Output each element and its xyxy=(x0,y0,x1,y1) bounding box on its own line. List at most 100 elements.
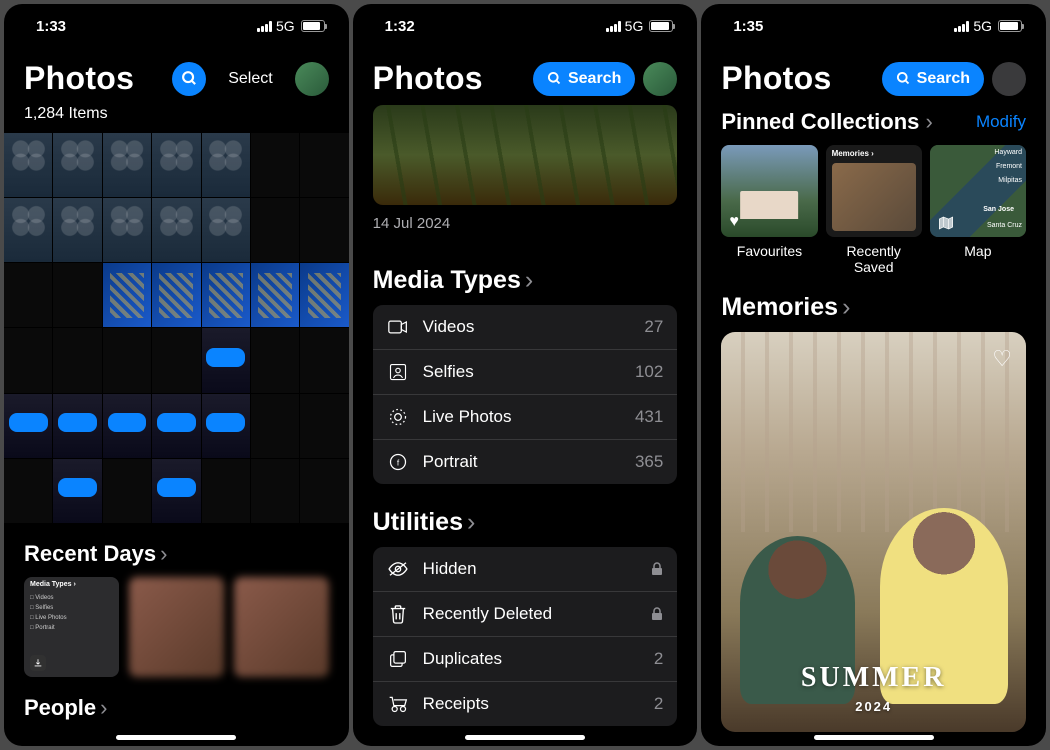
chevron-right-icon: › xyxy=(100,695,107,721)
receipts-icon xyxy=(387,695,409,713)
photo-thumb[interactable] xyxy=(152,263,200,327)
photo-thumb[interactable] xyxy=(152,459,200,523)
photo-thumb[interactable] xyxy=(251,263,299,327)
photo-thumb[interactable] xyxy=(152,328,200,392)
selfie-icon xyxy=(387,363,409,381)
photo-thumb[interactable] xyxy=(103,394,151,458)
photo-thumb[interactable] xyxy=(53,198,101,262)
photo-thumb[interactable] xyxy=(53,459,101,523)
utility-receipts[interactable]: Receipts 2 xyxy=(373,682,678,726)
media-types-header[interactable]: Media Types › xyxy=(353,242,698,305)
profile-avatar[interactable] xyxy=(643,62,677,96)
photo-thumb[interactable] xyxy=(53,328,101,392)
photo-thumb[interactable] xyxy=(53,263,101,327)
pinned-cards-row: ♥ Favourites Recently Saved Hayward Frem… xyxy=(701,145,1046,275)
pinned-collections-header[interactable]: Pinned Collections › xyxy=(721,109,932,135)
status-time: 1:35 xyxy=(733,18,763,35)
pinned-map[interactable]: Hayward Fremont Milpitas San Jose Santa … xyxy=(930,145,1026,275)
modify-button[interactable]: Modify xyxy=(976,112,1026,132)
photo-thumb[interactable] xyxy=(202,263,250,327)
pinned-favourites[interactable]: ♥ Favourites xyxy=(721,145,817,275)
count: 431 xyxy=(635,407,663,427)
featured-photo[interactable] xyxy=(373,105,678,205)
media-type-selfies[interactable]: Selfies 102 xyxy=(373,350,678,395)
photo-thumb[interactable] xyxy=(4,394,52,458)
utility-recently-deleted[interactable]: Recently Deleted xyxy=(373,592,678,637)
photo-grid[interactable] xyxy=(4,133,349,523)
pinned-recently-saved[interactable]: Recently Saved xyxy=(826,145,922,275)
media-type-livephotos[interactable]: Live Photos 431 xyxy=(373,395,678,440)
photo-thumb[interactable] xyxy=(103,133,151,197)
photo-thumb[interactable] xyxy=(152,198,200,262)
status-bar: 1:33 5G xyxy=(4,4,349,48)
search-button[interactable]: Search xyxy=(882,62,984,96)
photo-thumb[interactable] xyxy=(251,328,299,392)
utilities-header[interactable]: Utilities › xyxy=(353,484,698,547)
photo-thumb[interactable] xyxy=(251,198,299,262)
photo-thumb[interactable] xyxy=(103,263,151,327)
photo-thumb[interactable] xyxy=(251,133,299,197)
photo-thumb[interactable] xyxy=(300,459,348,523)
recent-day-card[interactable]: □ Videos□ Selfies□ Live Photos□ Portrait xyxy=(24,577,119,677)
battery-icon xyxy=(649,20,673,32)
heart-outline-icon[interactable]: ♡ xyxy=(992,346,1012,372)
recent-days-strip[interactable]: □ Videos□ Selfies□ Live Photos□ Portrait xyxy=(4,577,349,677)
photo-thumb[interactable] xyxy=(4,459,52,523)
utility-hidden[interactable]: Hidden xyxy=(373,547,678,592)
photo-thumb[interactable] xyxy=(4,133,52,197)
photo-thumb[interactable] xyxy=(300,394,348,458)
recent-day-card[interactable] xyxy=(234,577,329,677)
photo-thumb[interactable] xyxy=(4,198,52,262)
recent-day-card[interactable] xyxy=(129,577,224,677)
photo-thumb[interactable] xyxy=(202,459,250,523)
map-icon xyxy=(938,215,954,231)
media-type-portrait[interactable]: f Portrait 365 xyxy=(373,440,678,484)
people-header[interactable]: People › xyxy=(4,677,349,731)
utility-duplicates[interactable]: Duplicates 2 xyxy=(373,637,678,682)
item-count: 1,284 Items xyxy=(4,105,349,133)
home-indicator[interactable] xyxy=(116,735,236,740)
chevron-right-icon: › xyxy=(160,541,167,567)
photo-thumb[interactable] xyxy=(53,394,101,458)
photo-thumb[interactable] xyxy=(152,133,200,197)
photo-thumb[interactable] xyxy=(4,263,52,327)
memory-card[interactable]: ♡ SUMMER 2024 xyxy=(721,332,1026,732)
memory-year: 2024 xyxy=(721,699,1026,714)
home-indicator[interactable] xyxy=(465,735,585,740)
memories-header[interactable]: Memories › xyxy=(701,275,1046,332)
photo-thumb[interactable] xyxy=(300,133,348,197)
select-button[interactable]: Select xyxy=(214,70,286,88)
battery-icon xyxy=(998,20,1022,32)
photos-mediatypes-screen: 1:32 5G Photos Search 14 Jul 2024 Media … xyxy=(353,4,698,746)
duplicates-icon xyxy=(387,650,409,668)
profile-avatar[interactable] xyxy=(295,62,329,96)
photo-thumb[interactable] xyxy=(202,133,250,197)
photo-thumb[interactable] xyxy=(251,394,299,458)
search-button[interactable] xyxy=(172,62,206,96)
livephoto-icon xyxy=(387,407,409,427)
home-indicator[interactable] xyxy=(814,735,934,740)
photo-thumb[interactable] xyxy=(300,328,348,392)
photo-thumb[interactable] xyxy=(4,328,52,392)
photo-thumb[interactable] xyxy=(103,459,151,523)
photo-thumb[interactable] xyxy=(300,263,348,327)
photo-thumb[interactable] xyxy=(202,394,250,458)
photo-thumb[interactable] xyxy=(103,328,151,392)
profile-avatar[interactable] xyxy=(992,62,1026,96)
photo-thumb[interactable] xyxy=(152,394,200,458)
chevron-right-icon: › xyxy=(842,293,850,322)
photo-thumb[interactable] xyxy=(300,198,348,262)
photo-thumb[interactable] xyxy=(202,198,250,262)
status-bar: 1:35 5G xyxy=(701,4,1046,48)
page-title: Photos xyxy=(373,60,525,97)
lock-icon xyxy=(651,562,663,576)
photo-thumb[interactable] xyxy=(202,328,250,392)
battery-icon xyxy=(301,20,325,32)
media-type-videos[interactable]: Videos 27 xyxy=(373,305,678,350)
search-icon xyxy=(181,70,198,87)
photo-thumb[interactable] xyxy=(251,459,299,523)
photo-thumb[interactable] xyxy=(103,198,151,262)
search-button[interactable]: Search xyxy=(533,62,635,96)
recent-days-header[interactable]: Recent Days › xyxy=(4,523,349,577)
photo-thumb[interactable] xyxy=(53,133,101,197)
